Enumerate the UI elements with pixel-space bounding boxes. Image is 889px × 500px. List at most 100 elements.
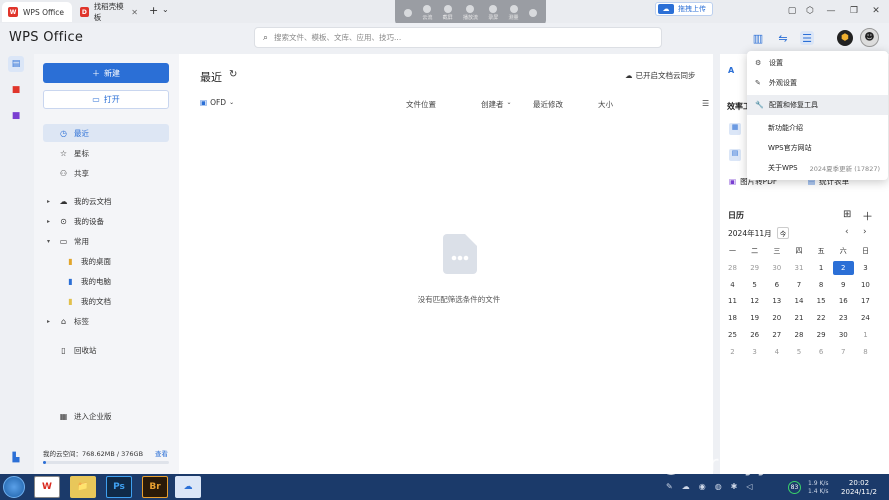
calendar-day[interactable]: 7 xyxy=(833,345,854,359)
membership-icon[interactable]: ⬢ xyxy=(837,30,853,46)
calendar-day[interactable]: 23 xyxy=(833,311,854,325)
sidebar-item-starred[interactable]: ☆ 星标 xyxy=(43,144,169,162)
calendar-day[interactable]: 1 xyxy=(811,261,832,275)
calendar-day[interactable]: 31 xyxy=(788,261,809,275)
sidebar-item-common[interactable]: ▾ ▭ 常用 xyxy=(43,232,169,250)
today-button[interactable]: 今 xyxy=(777,227,789,239)
storage-view-link[interactable]: 查看 xyxy=(155,448,168,458)
calendar-day[interactable]: 8 xyxy=(811,278,832,292)
menu-item-settings[interactable]: ⚙ 设置 xyxy=(747,53,888,73)
security-icon[interactable]: ◉ xyxy=(699,482,706,491)
battery-indicator[interactable]: 83 xyxy=(788,481,801,494)
calendar-day[interactable]: 6 xyxy=(811,345,832,359)
calendar-day[interactable]: 5 xyxy=(744,278,765,292)
calendar-day[interactable]: 6 xyxy=(766,278,787,292)
calendar-day[interactable]: 14 xyxy=(788,294,809,308)
bluetooth-icon[interactable]: ✱ xyxy=(731,482,738,491)
calendar-day[interactable]: 7 xyxy=(788,278,809,292)
rail-apps-icon[interactable]: ■ xyxy=(8,108,24,124)
close-icon[interactable]: ✕ xyxy=(131,8,138,17)
sync-icon[interactable]: ⇋ xyxy=(776,31,790,45)
start-button[interactable] xyxy=(3,476,25,498)
menu-item-appearance[interactable]: ✎ 外观设置 xyxy=(747,73,888,93)
new-button[interactable]: ＋ 新建 xyxy=(43,63,169,83)
sidebar-item-cloud-docs[interactable]: ▸ ☁ 我的云文档 xyxy=(43,192,169,210)
calendar-day[interactable]: 15 xyxy=(811,294,832,308)
menu-item-new-features[interactable]: 新功能介绍 xyxy=(747,118,888,138)
calendar-day[interactable]: 10 xyxy=(855,278,876,292)
calendar-day[interactable]: 4 xyxy=(766,345,787,359)
ai-icon[interactable]: A xyxy=(728,66,738,76)
sidebar-item-shared[interactable]: ⚇ 共享 xyxy=(43,164,169,182)
calendar-day[interactable]: 5 xyxy=(788,345,809,359)
sidebar-item-computer[interactable]: ▮ 我的电脑 xyxy=(43,272,169,290)
avatar[interactable]: ☻ xyxy=(860,28,879,47)
column-size[interactable]: 大小 xyxy=(598,99,613,110)
pen-icon[interactable]: ✎ xyxy=(666,482,673,491)
taskbar-bridge-icon[interactable]: Br xyxy=(142,476,168,498)
tab-wps-office[interactable]: W WPS Office xyxy=(2,2,72,22)
calendar-day[interactable]: 27 xyxy=(766,328,787,342)
calendar-day[interactable]: 22 xyxy=(811,311,832,325)
calendar-day[interactable]: 20 xyxy=(766,311,787,325)
chevron-right-icon[interactable]: ▸ xyxy=(47,198,53,205)
calendar-day[interactable]: 11 xyxy=(722,294,743,308)
refresh-icon[interactable]: ↻ xyxy=(229,69,237,80)
calendar-day[interactable]: 28 xyxy=(722,261,743,275)
column-modified[interactable]: 最近修改 xyxy=(533,99,563,110)
rail-home-icon[interactable]: ▙ xyxy=(8,450,24,466)
calendar-day[interactable]: 19 xyxy=(744,311,765,325)
sidebar-item-devices[interactable]: ▸ ⊙ 我的设备 xyxy=(43,212,169,230)
calendar-day[interactable]: 9 xyxy=(833,278,854,292)
tabs-dropdown-button[interactable]: ⌄ xyxy=(162,5,169,14)
sidebar-item-recent[interactable]: ◷ 最近 xyxy=(43,124,169,142)
skin-icon[interactable]: ⬡ xyxy=(802,4,818,18)
next-month-button[interactable]: › xyxy=(863,227,867,237)
rail-pdf-icon[interactable]: ■ xyxy=(8,82,24,98)
open-button[interactable]: ▭ 打开 xyxy=(43,90,169,109)
column-creator[interactable]: 创建者 ⌄ xyxy=(481,99,512,110)
calendar-day[interactable]: 12 xyxy=(744,294,765,308)
list-options-icon[interactable]: ☰ xyxy=(702,99,709,108)
calendar-day[interactable]: 1 xyxy=(855,328,876,342)
taskbar-wps-icon[interactable]: W xyxy=(34,476,60,498)
calendar-day[interactable]: 16 xyxy=(833,294,854,308)
drag-upload-button[interactable]: ☁ 拖拽上传 xyxy=(655,2,713,16)
layout-icon[interactable]: ▥ xyxy=(751,31,765,45)
calendar-day[interactable]: 30 xyxy=(833,328,854,342)
calendar-day[interactable]: 8 xyxy=(855,345,876,359)
floatbar-item[interactable]: 截屏 xyxy=(443,5,453,21)
floatbar-item[interactable]: 测量 xyxy=(509,5,519,21)
taskbar-cloud-icon[interactable]: ☁ xyxy=(175,476,201,498)
floatbar-shield[interactable] xyxy=(404,9,413,17)
file-type-filter[interactable]: ▣ OFD ⌄ xyxy=(200,98,234,107)
settings-menu-icon[interactable]: ☰ xyxy=(800,31,814,45)
calendar-day[interactable]: 4 xyxy=(722,278,743,292)
floatbar-item[interactable]: 播放流 xyxy=(463,5,478,21)
calendar-day[interactable]: 3 xyxy=(855,261,876,275)
chevron-down-icon[interactable]: ▾ xyxy=(47,238,53,245)
minimize-button[interactable]: — xyxy=(823,4,839,18)
chevron-right-icon[interactable]: ▸ xyxy=(47,218,53,225)
sidebar-item-tags[interactable]: ▸ ⌂ 标签 xyxy=(43,312,169,330)
volume-icon[interactable]: ◁ xyxy=(746,482,752,491)
add-event-icon[interactable]: ＋ xyxy=(862,208,873,224)
calendar-day[interactable]: 28 xyxy=(788,328,809,342)
tool-icon[interactable]: ▤ xyxy=(729,149,741,161)
sidebar-item-trash[interactable]: ▯ 回收站 xyxy=(43,341,169,359)
calendar-day[interactable]: 2 xyxy=(832,260,854,275)
calendar-day[interactable]: 26 xyxy=(744,328,765,342)
calendar-day[interactable]: 18 xyxy=(722,311,743,325)
prev-month-button[interactable]: ‹ xyxy=(845,227,849,237)
calendar-day[interactable]: 30 xyxy=(766,261,787,275)
floatbar-item[interactable]: 录屏 xyxy=(488,5,498,21)
floatbar-close[interactable] xyxy=(528,9,537,17)
add-calendar-icon[interactable]: ⊞ xyxy=(843,209,851,220)
cloud-sync-status[interactable]: ☁ 已开启文档云同步 xyxy=(625,70,696,81)
floatbar-item[interactable]: 云流 xyxy=(422,5,432,21)
cloud-tray-icon[interactable]: ☁ xyxy=(682,482,690,491)
rail-docs-icon[interactable]: ▤ xyxy=(8,56,24,72)
calendar-day[interactable]: 13 xyxy=(766,294,787,308)
calendar-day[interactable]: 21 xyxy=(788,311,809,325)
new-tab-button[interactable]: + xyxy=(149,4,158,17)
